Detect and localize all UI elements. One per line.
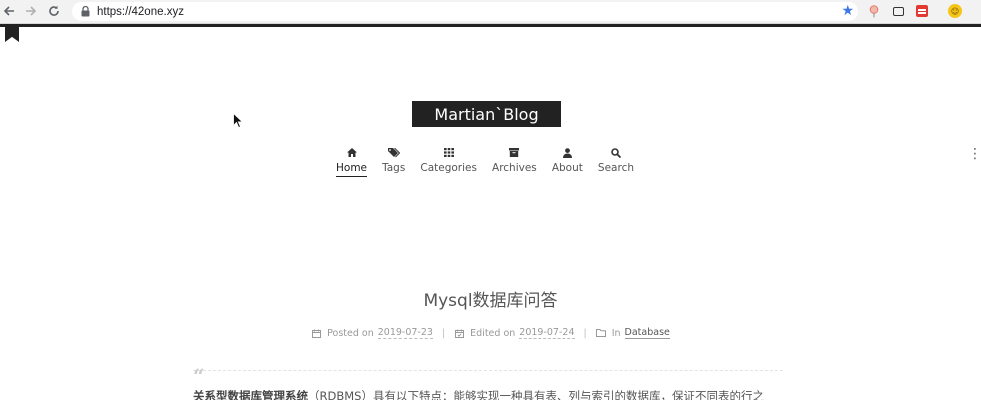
page-top-border	[0, 24, 981, 27]
menu-item-about[interactable]: About	[546, 146, 589, 174]
reload-icon	[49, 5, 59, 16]
post-title[interactable]: Mysql数据库问答	[0, 286, 981, 311]
url-text: https://42one.xyz	[97, 5, 184, 18]
quote-mark-icon: “	[193, 364, 205, 388]
menu-label-about: About	[551, 162, 583, 174]
post-excerpt: 关系型数据库管理系统（RDBMS）具有以下特点：能够实现一种具有表、列与索引的数…	[193, 389, 793, 400]
excerpt-text: （RDBMS）具有以下特点：能够实现一种具有表、列与索引的数据库，保证不同表的行…	[308, 389, 764, 400]
folder-icon	[595, 328, 606, 338]
address-bar[interactable]: https://42one.xyz ★	[72, 2, 858, 21]
meta-separator: |	[441, 327, 446, 339]
reload-button[interactable]	[45, 2, 63, 20]
archive-icon	[509, 146, 520, 159]
post-title-text: Mysql数据库问答	[423, 291, 558, 311]
home-icon	[346, 146, 357, 159]
grid-icon	[443, 146, 454, 159]
site-brand[interactable]: Martian`Blog	[412, 101, 561, 127]
menu-label-tags: Tags	[382, 162, 406, 174]
search-icon	[611, 146, 621, 159]
menu-item-categories[interactable]: Categories	[414, 146, 483, 174]
meta-separator: |	[583, 327, 587, 339]
star-icon[interactable]: ★	[841, 3, 854, 19]
window-extension-button[interactable]	[890, 3, 906, 19]
back-button[interactable]	[0, 2, 18, 20]
forward-button[interactable]	[22, 2, 40, 20]
profile-icon: ☺	[948, 4, 962, 18]
browser-menu-button[interactable]: ⋮	[968, 146, 981, 180]
site-title: Martian`Blog	[434, 104, 539, 124]
menu-label-categories: Categories	[420, 162, 477, 174]
menu-item-search[interactable]: Search	[592, 146, 640, 174]
mouse-cursor-icon	[233, 112, 244, 129]
menu-label-search: Search	[597, 162, 634, 174]
window-icon	[892, 6, 904, 16]
pin-extension-button[interactable]	[866, 3, 882, 19]
note-icon	[916, 5, 928, 17]
in-label: In	[611, 327, 621, 339]
posted-date[interactable]: 2019-07-23	[377, 327, 433, 339]
calendar-check-icon	[454, 328, 464, 338]
note-extension-button[interactable]	[914, 3, 930, 19]
browser-toolbar: https://42one.xyz ★ ☺ ⋮	[0, 0, 981, 162]
quote-divider	[193, 370, 783, 371]
posted-label: Posted on	[327, 327, 374, 339]
edited-label: Edited on	[470, 327, 516, 339]
vertical-dots-icon: ⋮	[968, 146, 981, 162]
bookmark-ribbon-icon	[5, 25, 19, 42]
menu-label-home: Home	[336, 162, 368, 177]
menu-label-archives: Archives	[492, 162, 537, 174]
pin-icon	[869, 4, 879, 17]
menu-item-archives[interactable]: Archives	[486, 146, 543, 174]
arrow-left-icon	[3, 6, 14, 16]
edited-date[interactable]: 2019-07-24	[519, 327, 575, 339]
post-meta: Posted on 2019-07-23 | Edited on 2019-07…	[0, 327, 981, 339]
menu-item-home[interactable]: Home	[330, 146, 373, 177]
user-icon	[562, 146, 572, 159]
lock-icon	[80, 6, 91, 17]
category-link[interactable]: Database	[624, 327, 670, 339]
site-menu: Home Tags Categories Archives About Sear…	[330, 146, 640, 180]
tags-icon	[387, 146, 400, 159]
menu-item-tags[interactable]: Tags	[376, 146, 411, 174]
excerpt-bold: 关系型数据库管理系统	[193, 389, 308, 400]
arrow-right-icon	[26, 6, 37, 16]
profile-button[interactable]: ☺	[947, 3, 963, 19]
calendar-icon	[311, 328, 321, 338]
